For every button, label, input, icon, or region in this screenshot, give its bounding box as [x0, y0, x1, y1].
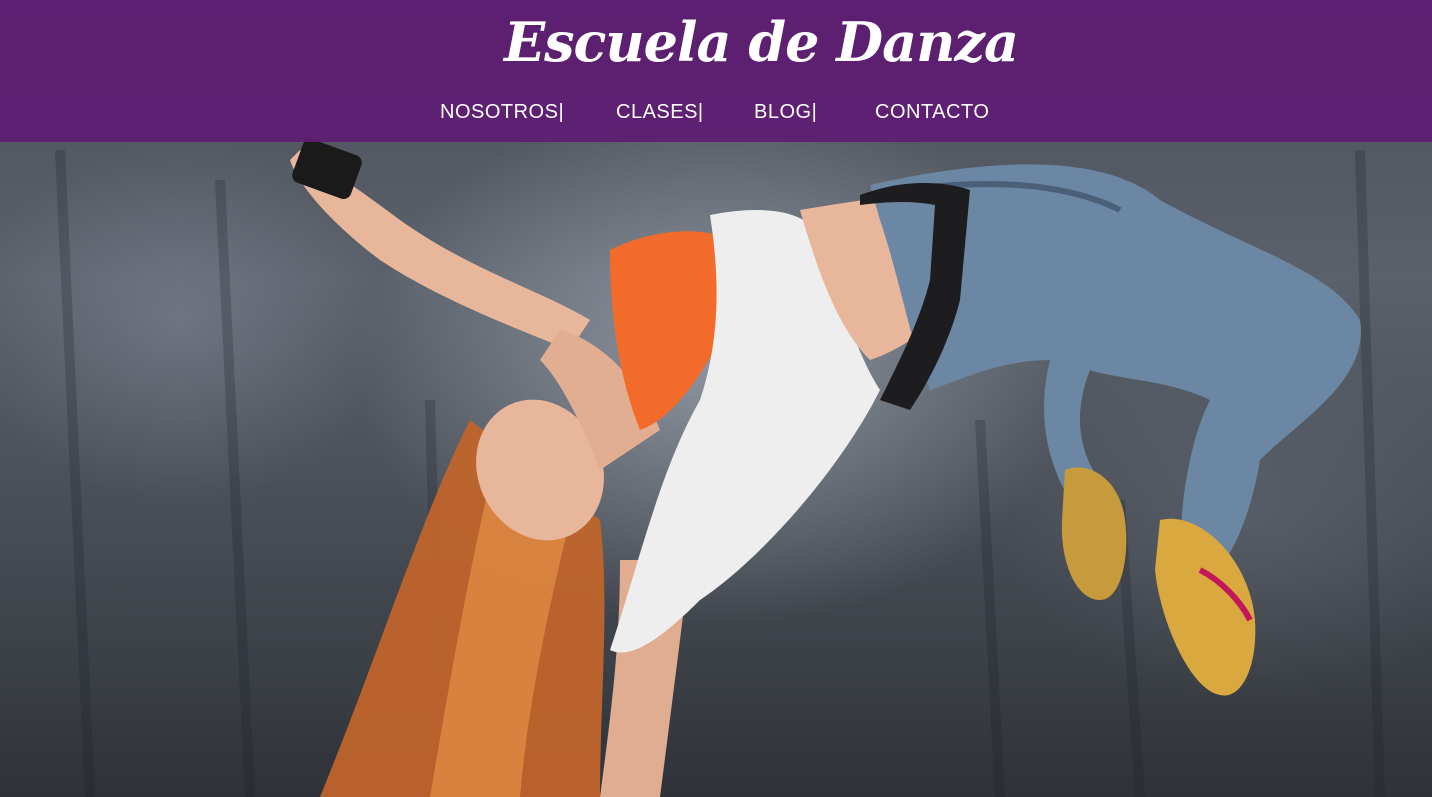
nav-item-blog[interactable]: BLOG|: [754, 101, 817, 124]
main-nav: NOSOTROS| CLASES| BLOG| CONTACTO: [0, 101, 1432, 129]
nav-item-contacto[interactable]: CONTACTO: [875, 101, 989, 124]
site-logo[interactable]: Escuela de Danza: [0, 10, 1432, 74]
nav-item-nosotros[interactable]: NOSOTROS|: [440, 101, 564, 124]
site-header: Escuela de Danza NOSOTROS| CLASES| BLOG|…: [0, 0, 1432, 142]
nav-item-clases[interactable]: CLASES|: [616, 101, 704, 124]
